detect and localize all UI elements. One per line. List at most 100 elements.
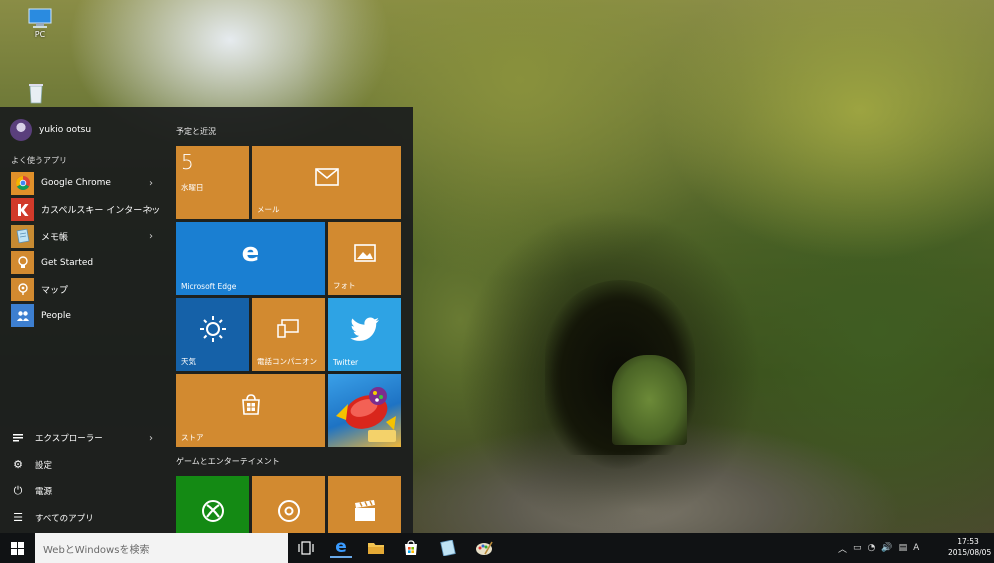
candy-icon <box>336 387 396 442</box>
all-apps-icon: ☰ <box>13 511 23 525</box>
notepad-icon[interactable] <box>437 538 459 558</box>
power-icon: ⏻ <box>13 484 23 498</box>
system-tray: ︿ ▭ ◔ 🔊 ▤ A <box>838 533 919 563</box>
tile-store[interactable]: ストア <box>176 374 325 447</box>
tile-phone-companion[interactable]: 電話コンパニオン <box>252 298 325 371</box>
twitter-bird-icon <box>328 298 401 359</box>
tile-weather[interactable]: 天気 <box>176 298 249 371</box>
people-icon <box>11 304 34 328</box>
start-item-settings[interactable]: ⚙ 設定 <box>11 452 161 479</box>
photos-icon <box>328 222 401 283</box>
file-explorer-icon[interactable] <box>365 538 387 558</box>
tile-group-label: 予定と近況 <box>176 127 216 136</box>
calendar-weekday: 水曜日 <box>181 183 204 192</box>
clock-date: 2015/08/05 <box>948 548 992 557</box>
notification-icon[interactable]: ▤ <box>899 543 908 553</box>
start-item-label: エクスプローラー <box>35 434 103 445</box>
start-button[interactable] <box>0 533 35 563</box>
chevron-right-icon[interactable]: › <box>149 231 153 242</box>
chevron-right-icon[interactable]: › <box>149 204 153 215</box>
user-name: yukio ootsu <box>39 125 92 135</box>
groove-disc-icon <box>252 488 325 533</box>
start-item-label: 電源 <box>35 487 53 498</box>
user-account[interactable]: yukio ootsu <box>10 119 91 141</box>
edge-icon: e <box>241 237 260 268</box>
chevron-up-icon[interactable]: ︿ <box>838 542 847 555</box>
app-label: メモ帳 <box>41 232 69 243</box>
start-bottom-list: エクスプローラー › ⚙ 設定 ⏻ 電源 ☰ すべてのアプリ <box>11 425 161 531</box>
lightbulb-icon <box>11 251 34 275</box>
clock-time: 17:53 <box>957 537 979 546</box>
tile-calendar[interactable]: 5 水曜日 <box>176 146 249 219</box>
app-label: マップ <box>41 285 69 296</box>
speaker-icon[interactable]: 🔊 <box>881 543 892 553</box>
start-menu-left-column: yukio ootsu よく使うアプリ Google Chrome › カスペル… <box>0 107 166 533</box>
paint-icon[interactable] <box>473 538 495 558</box>
kaspersky-icon <box>11 198 34 222</box>
tile-label: メール <box>257 205 280 214</box>
app-item-kaspersky[interactable]: カスペルスキー インターネッ... › <box>11 197 161 224</box>
app-item-maps[interactable]: マップ <box>11 276 161 303</box>
wallpaper-tunnel-exit <box>612 355 687 445</box>
clapperboard-icon <box>328 488 401 533</box>
taskbar: WebとWindowsを検索 e ︿ ▭ ◔ 🔊 ▤ A 17:53 2015/… <box>0 533 994 563</box>
explorer-icon <box>11 431 25 445</box>
tile-candy-crush[interactable] <box>328 374 401 447</box>
most-used-list: Google Chrome › カスペルスキー インターネッ... › メモ帳 … <box>11 170 161 329</box>
chrome-icon <box>11 171 34 195</box>
ime-indicator[interactable]: A <box>913 543 919 553</box>
store-bag-icon <box>176 374 325 435</box>
sun-icon <box>176 298 249 359</box>
tile-xbox[interactable] <box>176 476 249 533</box>
most-used-label: よく使うアプリ <box>11 156 67 165</box>
start-item-all-apps[interactable]: ☰ すべてのアプリ <box>11 505 161 532</box>
gear-icon: ⚙ <box>13 458 23 472</box>
network-icon[interactable]: ◔ <box>868 543 876 553</box>
start-item-explorer[interactable]: エクスプローラー › <box>11 425 161 452</box>
app-label: Google Chrome <box>41 178 111 189</box>
search-placeholder: WebとWindowsを検索 <box>43 544 150 556</box>
app-label: カスペルスキー インターネッ... <box>41 206 161 217</box>
start-item-label: すべてのアプリ <box>35 513 94 524</box>
avatar <box>10 119 32 141</box>
start-menu: yukio ootsu よく使うアプリ Google Chrome › カスペル… <box>0 107 413 533</box>
phone-companion-icon <box>252 298 325 359</box>
tile-microsoft-edge[interactable]: e Microsoft Edge <box>176 222 325 295</box>
tile-label: Microsoft Edge <box>181 282 237 291</box>
tile-label: 電話コンパニオン <box>257 357 317 366</box>
store-icon[interactable] <box>400 538 422 558</box>
tile-twitter[interactable]: Twitter <box>328 298 401 371</box>
app-item-people[interactable]: People <box>11 303 161 330</box>
tile-label: ストア <box>181 433 204 442</box>
tile-groove-music[interactable] <box>252 476 325 533</box>
tile-mail[interactable]: メール <box>252 146 401 219</box>
chevron-right-icon[interactable]: › <box>149 178 153 189</box>
search-box[interactable]: WebとWindowsを検索 <box>35 533 288 563</box>
notepad-icon <box>11 224 34 248</box>
battery-icon[interactable]: ▭ <box>853 543 862 553</box>
computer-icon <box>27 8 53 28</box>
task-view-icon[interactable] <box>295 538 317 558</box>
app-label: Get Started <box>41 257 94 268</box>
tile-movies-tv[interactable] <box>328 476 401 533</box>
desktop-icon-label: PC <box>34 30 46 39</box>
maps-icon <box>11 277 34 301</box>
app-item-chrome[interactable]: Google Chrome › <box>11 170 161 197</box>
desktop-icon-pc[interactable]: PC <box>20 8 60 39</box>
edge-icon[interactable]: e <box>330 537 352 558</box>
calendar-day: 5 <box>181 150 194 174</box>
recycle-bin-icon <box>23 82 49 104</box>
app-item-notepad[interactable]: メモ帳 › <box>11 223 161 250</box>
app-label: People <box>41 310 71 321</box>
tile-photos[interactable]: フォト <box>328 222 401 295</box>
tile-label: Twitter <box>333 358 359 367</box>
chevron-right-icon[interactable]: › <box>149 433 153 444</box>
windows-logo-icon <box>11 541 24 555</box>
clock[interactable]: 17:53 2015/08/05 <box>948 536 992 558</box>
mail-icon <box>252 146 401 207</box>
app-item-get-started[interactable]: Get Started <box>11 250 161 277</box>
start-item-power[interactable]: ⏻ 電源 <box>11 478 161 505</box>
xbox-icon <box>176 488 249 533</box>
desktop-icon-recycle-bin[interactable] <box>16 82 56 104</box>
tile-label: フォト <box>333 281 356 290</box>
